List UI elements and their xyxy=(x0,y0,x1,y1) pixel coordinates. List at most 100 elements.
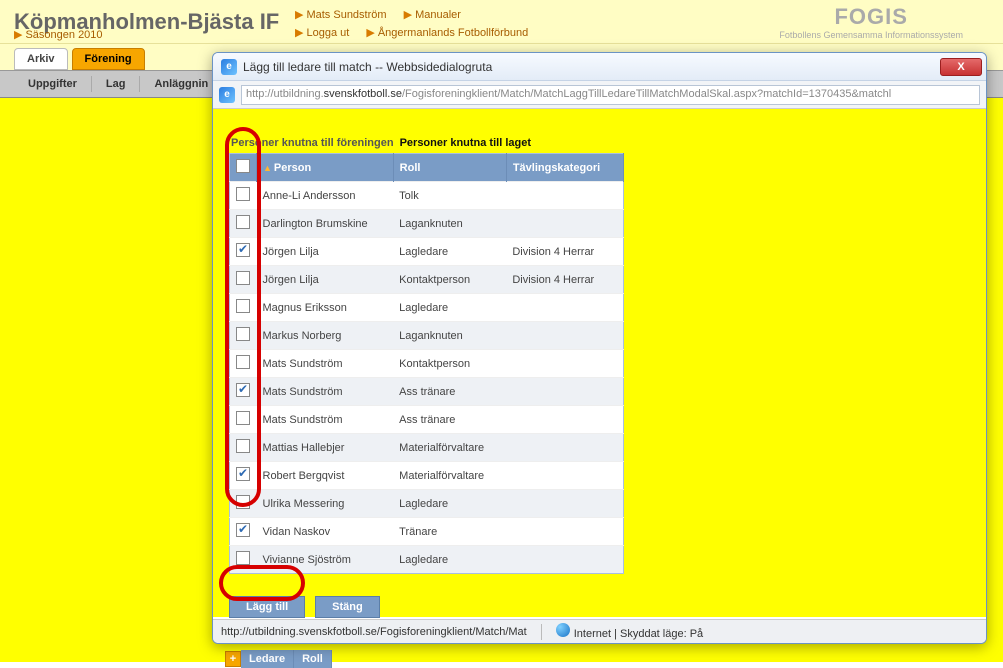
inner-tab-forening[interactable]: Personer knutna till föreningen xyxy=(229,133,398,153)
cell-person: Darlington Brumskine xyxy=(257,210,394,238)
cell-person: Mats Sundström xyxy=(257,378,394,406)
top-nav: ▶Mats Sundström ▶Manualer ▶Logga ut ▶Ång… xyxy=(295,6,542,42)
nav-federation[interactable]: ▶Ångermanlands Fotbollförbund xyxy=(366,27,528,39)
cell-roll: Lagledare xyxy=(393,238,506,266)
tab-arkiv[interactable]: Arkiv xyxy=(14,48,68,70)
row-checkbox[interactable] xyxy=(236,327,250,341)
cell-tavling xyxy=(506,350,623,378)
add-button[interactable]: Lägg till xyxy=(229,596,305,618)
cell-roll: Tolk xyxy=(393,182,506,210)
subtab-anlaggn[interactable]: Anläggnin xyxy=(140,76,223,92)
cell-roll: Ass tränare xyxy=(393,378,506,406)
table-row[interactable]: Anne-Li AnderssonTolk xyxy=(230,182,624,210)
address-bar: e http://utbildning.svenskfotboll.se/Fog… xyxy=(213,81,986,109)
row-checkbox[interactable] xyxy=(236,467,250,481)
col-tavling[interactable]: Tävlingskategori xyxy=(506,154,623,182)
cell-person: Robert Bergqvist xyxy=(257,462,394,490)
cell-person: Vidan Naskov xyxy=(257,518,394,546)
close-button[interactable]: Stäng xyxy=(315,596,380,618)
cell-tavling xyxy=(506,406,623,434)
table-row[interactable]: Jörgen LiljaKontaktpersonDivision 4 Herr… xyxy=(230,266,624,294)
row-checkbox[interactable] xyxy=(236,355,250,369)
subtab-lag[interactable]: Lag xyxy=(92,76,141,92)
peek-table-header: + Ledare Roll xyxy=(225,650,332,668)
select-all-checkbox[interactable] xyxy=(236,159,250,173)
table-row[interactable]: Ulrika MesseringLagledare xyxy=(230,490,624,518)
cell-roll: Laganknuten xyxy=(393,322,506,350)
people-table: ▲Person Roll Tävlingskategori Anne-Li An… xyxy=(229,153,624,574)
nav-user[interactable]: ▶Mats Sundström xyxy=(295,9,387,21)
row-checkbox[interactable] xyxy=(236,495,250,509)
nav-manuals[interactable]: ▶Manualer xyxy=(404,9,461,21)
table-row[interactable]: Darlington BrumskineLaganknuten xyxy=(230,210,624,238)
cell-tavling xyxy=(506,378,623,406)
row-checkbox[interactable] xyxy=(236,383,250,397)
ie-icon: e xyxy=(219,87,235,103)
cell-tavling xyxy=(506,546,623,574)
table-row[interactable]: Vidan NaskovTränare xyxy=(230,518,624,546)
modal-title: Lägg till ledare till match -- Webbsided… xyxy=(243,60,492,74)
row-checkbox[interactable] xyxy=(236,271,250,285)
cell-person: Markus Norberg xyxy=(257,322,394,350)
cell-tavling: Division 4 Herrar xyxy=(506,238,623,266)
table-row[interactable]: Mats SundströmKontaktperson xyxy=(230,350,624,378)
status-zone: Internet | Skyddat läge: På xyxy=(556,623,703,640)
expand-icon[interactable]: + xyxy=(225,651,241,667)
cell-person: Vivianne Sjöström xyxy=(257,546,394,574)
cell-tavling xyxy=(506,518,623,546)
cell-tavling xyxy=(506,294,623,322)
table-row[interactable]: Robert BergqvistMaterialförvaltare xyxy=(230,462,624,490)
table-row[interactable]: Magnus ErikssonLagledare xyxy=(230,294,624,322)
table-row[interactable]: Mattias HallebjerMaterialförvaltare xyxy=(230,434,624,462)
table-row[interactable]: Jörgen LiljaLagledareDivision 4 Herrar xyxy=(230,238,624,266)
cell-roll: Lagledare xyxy=(393,294,506,322)
row-checkbox[interactable] xyxy=(236,299,250,313)
cell-tavling xyxy=(506,182,623,210)
row-checkbox[interactable] xyxy=(236,215,250,229)
cell-person: Mattias Hallebjer xyxy=(257,434,394,462)
row-checkbox[interactable] xyxy=(236,243,250,257)
inner-tab-laget[interactable]: Personer knutna till laget xyxy=(398,133,535,153)
modal-dialog: e Lägg till ledare till match -- Webbsid… xyxy=(212,52,987,644)
modal-body: Personer knutna till föreningenPersoner … xyxy=(213,109,986,617)
subtab-uppgifter[interactable]: Uppgifter xyxy=(14,76,92,92)
address-input[interactable]: http://utbildning.svenskfotboll.se/Fogis… xyxy=(241,85,980,105)
globe-icon xyxy=(556,623,570,637)
cell-roll: Tränare xyxy=(393,518,506,546)
row-checkbox[interactable] xyxy=(236,411,250,425)
row-checkbox[interactable] xyxy=(236,551,250,565)
cell-tavling: Division 4 Herrar xyxy=(506,266,623,294)
cell-person: Ulrika Messering xyxy=(257,490,394,518)
modal-titlebar[interactable]: e Lägg till ledare till match -- Webbsid… xyxy=(213,53,986,81)
cell-person: Jörgen Lilja xyxy=(257,266,394,294)
cell-person: Magnus Eriksson xyxy=(257,294,394,322)
table-row[interactable]: Mats SundströmAss tränare xyxy=(230,406,624,434)
table-row[interactable]: Mats SundströmAss tränare xyxy=(230,378,624,406)
cell-roll: Kontaktperson xyxy=(393,350,506,378)
row-checkbox[interactable] xyxy=(236,439,250,453)
cell-roll: Kontaktperson xyxy=(393,266,506,294)
table-row[interactable]: Markus NorbergLaganknuten xyxy=(230,322,624,350)
nav-logout[interactable]: ▶Logga ut xyxy=(295,27,349,39)
table-row[interactable]: Vivianne SjöströmLagledare xyxy=(230,546,624,574)
cell-roll: Ass tränare xyxy=(393,406,506,434)
cell-tavling xyxy=(506,210,623,238)
cell-roll: Materialförvaltare xyxy=(393,434,506,462)
cell-person: Jörgen Lilja xyxy=(257,238,394,266)
cell-tavling xyxy=(506,322,623,350)
row-checkbox[interactable] xyxy=(236,523,250,537)
cell-person: Anne-Li Andersson xyxy=(257,182,394,210)
cell-tavling xyxy=(506,490,623,518)
cell-tavling xyxy=(506,462,623,490)
inner-tabs: Personer knutna till föreningenPersoner … xyxy=(229,133,970,153)
close-icon[interactable]: X xyxy=(940,58,982,76)
col-person[interactable]: ▲Person xyxy=(257,154,394,182)
season-link[interactable]: ▶Säsongen 2010 xyxy=(14,28,103,41)
cell-roll: Laganknuten xyxy=(393,210,506,238)
row-checkbox[interactable] xyxy=(236,187,250,201)
cell-roll: Materialförvaltare xyxy=(393,462,506,490)
cell-tavling xyxy=(506,434,623,462)
col-roll[interactable]: Roll xyxy=(393,154,506,182)
topbar: Köpmanholmen-Bjästa IF ▶Säsongen 2010 ▶M… xyxy=(0,0,1003,44)
tab-forening[interactable]: Förening xyxy=(72,48,145,70)
